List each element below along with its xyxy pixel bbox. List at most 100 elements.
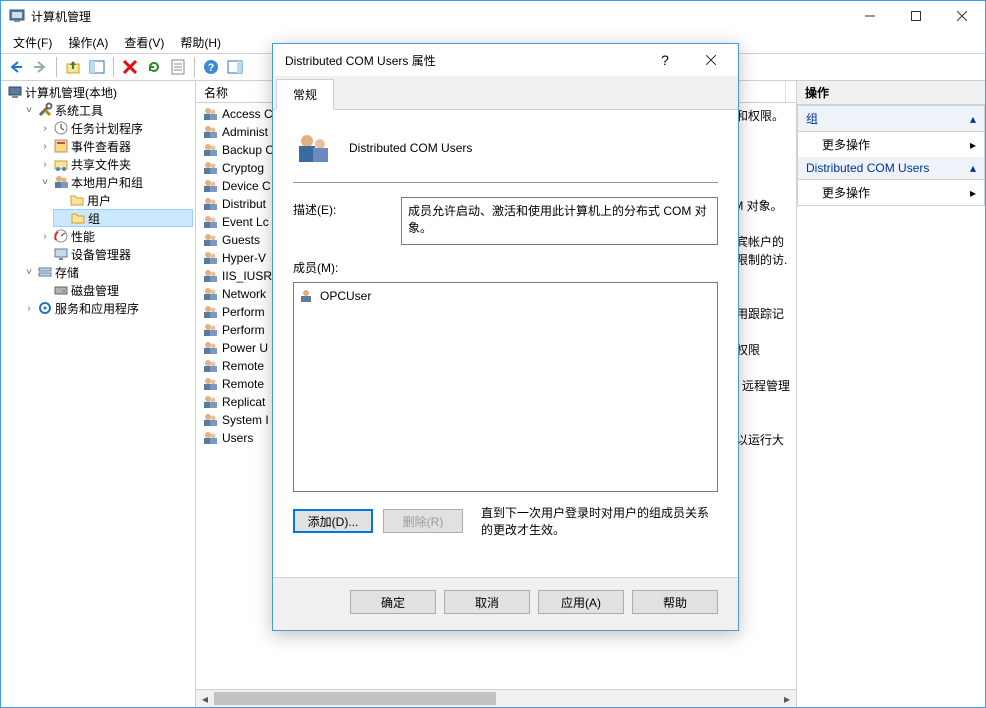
expander-icon[interactable]: ˅	[23, 105, 35, 116]
list-item-label: Perform	[222, 323, 265, 337]
list-item-label: Users	[222, 431, 253, 445]
dialog-footer: 确定 取消 应用(A) 帮助	[273, 577, 738, 630]
properties-dialog: Distributed COM Users 属性 ? 常规 Distribute…	[272, 43, 739, 631]
group-icon	[202, 394, 218, 410]
up-level-button[interactable]	[62, 56, 84, 78]
close-button[interactable]	[939, 1, 985, 31]
tree-label: 设备管理器	[71, 246, 131, 263]
list-item-label: Cryptog	[222, 161, 264, 175]
list-item-label: Perform	[222, 305, 265, 319]
apply-button[interactable]: 应用(A)	[538, 590, 624, 614]
tree-label: 性能	[71, 228, 95, 245]
user-icon	[298, 288, 314, 304]
group-icon	[202, 358, 218, 374]
group-icon	[202, 430, 218, 446]
help-button[interactable]: 帮助	[632, 590, 718, 614]
tree-event-viewer[interactable]: ›事件查看器	[37, 137, 193, 155]
help-button[interactable]: ?	[200, 56, 222, 78]
tree-groups[interactable]: 组	[53, 209, 193, 227]
list-item-label: Administ	[222, 125, 268, 139]
tree-root[interactable]: 计算机管理(本地)	[5, 83, 193, 101]
member-name: OPCUser	[320, 289, 371, 303]
expander-icon[interactable]: ›	[39, 231, 51, 242]
dialog-help-button[interactable]: ?	[642, 45, 688, 75]
dialog-close-button[interactable]	[688, 45, 734, 75]
svg-text:?: ?	[661, 53, 669, 67]
scroll-right-button[interactable]: ▸	[778, 690, 796, 707]
clock-icon	[53, 120, 69, 136]
remove-button[interactable]: 删除(R)	[383, 509, 463, 533]
group-icon	[202, 412, 218, 428]
shared-folder-icon	[53, 156, 69, 172]
expander-icon[interactable]: ›	[39, 141, 51, 152]
tree-local-users-groups[interactable]: ˅本地用户和组	[37, 173, 193, 191]
action-section-dcom[interactable]: Distributed COM Users▴	[798, 157, 984, 180]
list-item-label: Remote	[222, 359, 264, 373]
separator	[194, 57, 195, 77]
menu-action[interactable]: 操作(A)	[60, 32, 116, 53]
tree-users[interactable]: 用户	[53, 191, 193, 209]
delete-button[interactable]	[119, 56, 141, 78]
expander-icon[interactable]: ›	[23, 303, 35, 314]
scroll-thumb[interactable]	[214, 692, 496, 705]
list-item-label: Event Lc	[222, 215, 269, 229]
expander-icon[interactable]: ›	[39, 123, 51, 134]
collapse-icon: ▴	[970, 161, 976, 175]
menu-file[interactable]: 文件(F)	[5, 32, 60, 53]
menu-help[interactable]: 帮助(H)	[172, 32, 229, 53]
cancel-button[interactable]: 取消	[444, 590, 530, 614]
refresh-button[interactable]	[143, 56, 165, 78]
show-hide-tree-button[interactable]	[86, 56, 108, 78]
menu-view[interactable]: 查看(V)	[116, 32, 172, 53]
action-more-1[interactable]: 更多操作▸	[798, 132, 984, 157]
collapse-icon: ▴	[970, 112, 976, 126]
storage-icon	[37, 264, 53, 280]
app-icon	[9, 8, 25, 24]
export-list-button[interactable]	[167, 56, 189, 78]
list-item-label: Remote	[222, 377, 264, 391]
expander-icon[interactable]: ˅	[39, 177, 51, 188]
add-button[interactable]: 添加(D)...	[293, 509, 373, 533]
tree-label: 存储	[55, 264, 79, 281]
separator	[113, 57, 114, 77]
group-icon	[202, 196, 218, 212]
nav-back-button[interactable]	[5, 56, 27, 78]
horizontal-scrollbar[interactable]: ◂ ▸	[196, 689, 796, 707]
group-icon	[202, 322, 218, 338]
tree-pane[interactable]: 计算机管理(本地) ˅系统工具 ›任务计划程序 ›事件查看器 ›共享文件夹 ˅本…	[1, 81, 196, 707]
tree-label: 用户	[87, 192, 111, 209]
actions-pane-button[interactable]	[224, 56, 246, 78]
tree-storage[interactable]: ˅ 存储	[21, 263, 193, 281]
group-icon	[202, 286, 218, 302]
event-icon	[53, 138, 69, 154]
ok-button[interactable]: 确定	[350, 590, 436, 614]
tree-services-apps[interactable]: ›服务和应用程序	[21, 299, 193, 317]
minimize-button[interactable]	[847, 1, 893, 31]
group-icon	[202, 250, 218, 266]
scroll-track[interactable]	[214, 690, 778, 707]
maximize-button[interactable]	[893, 1, 939, 31]
list-item-label: Guests	[222, 233, 260, 247]
tree-task-scheduler[interactable]: ›任务计划程序	[37, 119, 193, 137]
members-list[interactable]: OPCUser	[293, 282, 718, 492]
scroll-left-button[interactable]: ◂	[196, 690, 214, 707]
expander-icon[interactable]: ›	[39, 159, 51, 170]
description-textarea[interactable]	[401, 197, 718, 245]
group-icon	[202, 304, 218, 320]
tree-performance[interactable]: › 性能	[37, 227, 193, 245]
tree-system-tools[interactable]: ˅系统工具	[21, 101, 193, 119]
list-item-label: Backup C	[222, 143, 274, 157]
list-item-label: Power U	[222, 341, 268, 355]
action-more-2[interactable]: 更多操作▸	[798, 180, 984, 205]
nav-forward-button[interactable]	[29, 56, 51, 78]
tree-shared-folders[interactable]: ›共享文件夹	[37, 155, 193, 173]
tab-general[interactable]: 常规	[276, 79, 334, 110]
tree-disk-management[interactable]: 磁盘管理	[37, 281, 193, 299]
expander-icon[interactable]: ˅	[23, 267, 35, 278]
tree-device-manager[interactable]: 设备管理器	[37, 245, 193, 263]
member-item[interactable]: OPCUser	[298, 287, 713, 305]
action-section-groups[interactable]: 组▴	[798, 106, 984, 132]
users-icon	[53, 174, 69, 190]
dialog-group-name: Distributed COM Users	[349, 141, 472, 155]
group-large-icon	[295, 130, 331, 166]
